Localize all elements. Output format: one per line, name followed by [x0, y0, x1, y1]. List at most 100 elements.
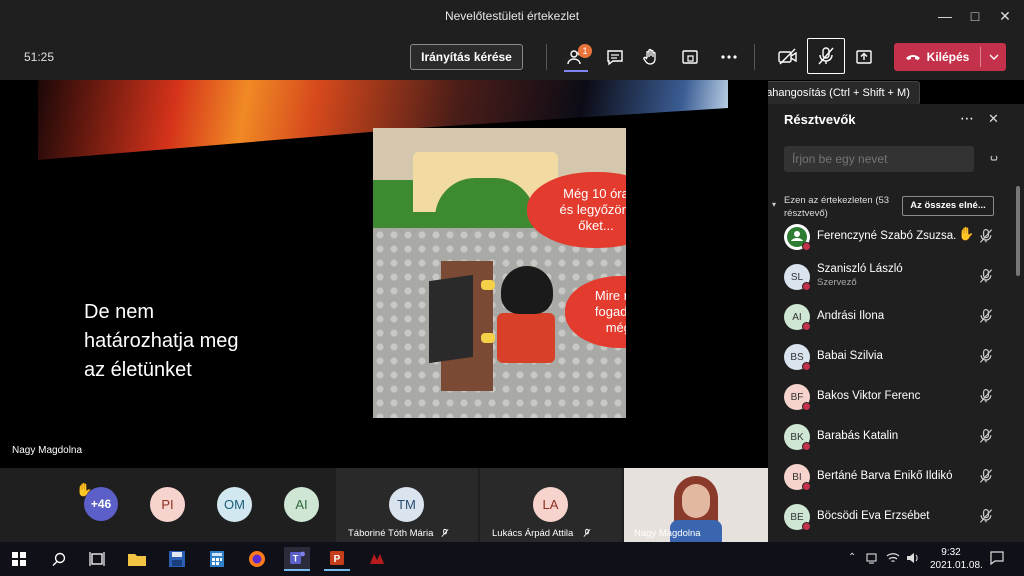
- svg-text:T: T: [293, 554, 299, 564]
- slide-line: az életünket: [84, 359, 192, 381]
- participant-tile[interactable]: LA Lukács Árpád Attila: [480, 468, 622, 542]
- svg-text:P: P: [334, 554, 341, 565]
- camera-off-icon[interactable]: [775, 45, 801, 69]
- clock-date: 2021.01.08.: [930, 560, 983, 571]
- mute-all-button[interactable]: Az összes elné...: [902, 196, 994, 216]
- task-view-icon[interactable]: [84, 547, 110, 571]
- slide-line: De nem: [84, 301, 155, 323]
- panel-title: Résztvevők: [784, 112, 856, 127]
- media-app-icon[interactable]: [364, 547, 390, 571]
- taskbar-clock[interactable]: 9:32 2021.01.08.: [930, 546, 983, 572]
- participant-name: Lukács Árpád Attila: [492, 528, 574, 539]
- participant-name: Bertáné Barva Enikő Ildikó: [817, 470, 953, 482]
- firefox-icon[interactable]: [244, 547, 270, 571]
- mic-off-icon: [978, 507, 996, 525]
- mic-off-icon: [978, 267, 996, 285]
- participant-name: Ferenczyné Szabó Zsuzsa...: [817, 230, 957, 242]
- avatar: TM: [389, 487, 424, 522]
- chevron-down-icon[interactable]: [982, 43, 1006, 71]
- participant-name: Nagy Magdolna: [634, 528, 701, 539]
- presence-busy-icon: [802, 442, 811, 451]
- leave-main[interactable]: Kilépés: [894, 43, 980, 71]
- close-icon[interactable]: ✕: [993, 6, 1017, 26]
- participant-name: Böcsödi Éva Erzsébet: [817, 510, 930, 522]
- presence-busy-icon: [802, 282, 811, 291]
- slide-text: De nem határozhatja meg az életünket: [84, 298, 239, 385]
- leave-divider: [980, 47, 981, 67]
- request-control-button[interactable]: Irányítás kérése: [410, 44, 523, 70]
- participant-row[interactable]: SL Szaniszló László Szervező: [768, 260, 1008, 300]
- participant-row[interactable]: AI Andrási Ilona: [768, 300, 1008, 340]
- presence-busy-icon: [802, 522, 811, 531]
- mic-off-icon: [978, 427, 996, 445]
- participant-row[interactable]: BE Böcsödi Éva Erzsébet: [768, 500, 1008, 540]
- participant-row[interactable]: BS Babai Szilvia: [768, 340, 1008, 380]
- file-explorer-icon[interactable]: [124, 547, 150, 571]
- participants-badge: 1: [578, 44, 592, 58]
- windows-taskbar: T P ⌃ 9:32 2021.01.08.: [0, 542, 1024, 576]
- mic-off-icon: [818, 47, 834, 65]
- video-tile[interactable]: Nagy Magdolna: [624, 468, 768, 542]
- share-invite-icon[interactable]: [986, 151, 1002, 170]
- mic-off-icon: [978, 467, 996, 485]
- tray-chevron-icon[interactable]: ⌃: [848, 552, 856, 563]
- mic-off-icon: [978, 347, 996, 365]
- participant-row[interactable]: Ferenczyné Szabó Zsuzsa... ✋: [768, 220, 1008, 260]
- wifi-icon[interactable]: [886, 551, 900, 570]
- leave-button[interactable]: Kilépés: [894, 43, 1006, 71]
- participant-row[interactable]: BI Bertáné Barva Enikő Ildikó: [768, 460, 1008, 500]
- hang-up-icon: [905, 55, 920, 60]
- breakout-rooms-icon[interactable]: [677, 45, 703, 69]
- leave-label: Kilépés: [926, 50, 970, 64]
- close-panel-icon[interactable]: ✕: [988, 111, 999, 127]
- teams-icon[interactable]: T: [284, 547, 310, 571]
- maximize-icon[interactable]: □: [963, 6, 987, 26]
- participant-strip: +46 ✋ PI OM AI TM Táboriné Tóth Mária LA…: [0, 468, 768, 542]
- search-icon[interactable]: [46, 547, 72, 571]
- chat-icon[interactable]: [602, 45, 628, 69]
- windows-start-icon[interactable]: [6, 547, 32, 571]
- participant-name: Andrási Ilona: [817, 310, 885, 322]
- raised-hand-icon: ✋: [958, 226, 975, 241]
- calculator-icon[interactable]: [204, 547, 230, 571]
- powerpoint-icon[interactable]: P: [324, 547, 350, 571]
- participant-row[interactable]: BK Barabás Katalin: [768, 420, 1008, 460]
- mic-off-icon: [441, 528, 449, 537]
- toolbar-divider: [546, 44, 547, 70]
- avatar[interactable]: PI: [150, 487, 185, 522]
- participant-row[interactable]: BF Bakos Viktor Ferenc: [768, 380, 1008, 420]
- more-options-icon[interactable]: ⋯: [960, 110, 974, 127]
- chevron-down-icon[interactable]: ▾: [772, 200, 776, 209]
- presence-busy-icon: [802, 402, 811, 411]
- mic-off-icon: [978, 227, 996, 245]
- network-icon[interactable]: [866, 551, 880, 570]
- participant-tile[interactable]: TM Táboriné Tóth Mária: [336, 468, 478, 542]
- clock-time: 9:32: [941, 547, 961, 558]
- avatar[interactable]: AI: [284, 487, 319, 522]
- raise-hand-icon[interactable]: [638, 45, 664, 69]
- unmute-button[interactable]: [807, 38, 845, 74]
- notifications-icon[interactable]: [989, 550, 1005, 571]
- mic-off-icon: [978, 387, 996, 405]
- avatar: LA: [533, 487, 568, 522]
- raised-hand-icon: ✋: [76, 482, 93, 497]
- share-screen-icon[interactable]: [851, 45, 877, 69]
- shared-content: De nem határozhatja meg az életünket Még…: [0, 80, 768, 468]
- lego-figure-hair: [501, 266, 553, 314]
- more-options-icon[interactable]: [716, 45, 742, 69]
- participants-panel: Résztvevők ⋯ ✕ ▾ Ezen az értekezleten (5…: [768, 104, 1024, 542]
- lego-figure-body: [497, 313, 555, 363]
- section-label: Ezen az értekezleten (53 résztvevő): [784, 195, 890, 219]
- volume-icon[interactable]: [906, 551, 920, 570]
- save-app-icon[interactable]: [164, 547, 190, 571]
- title-bar: Nevelőtestületi értekezlet — □ ✕: [0, 0, 1024, 34]
- minimize-icon[interactable]: —: [933, 6, 957, 26]
- scrollbar[interactable]: [1016, 186, 1020, 276]
- window-title: Nevelőtestületi értekezlet: [444, 9, 580, 23]
- avatar[interactable]: OM: [217, 487, 252, 522]
- participant-role: Szervező: [817, 277, 857, 288]
- participant-search-input[interactable]: [784, 146, 974, 172]
- presenter-name: Nagy Magdolna: [12, 445, 83, 456]
- presence-busy-icon: [802, 242, 811, 251]
- presence-busy-icon: [802, 482, 811, 491]
